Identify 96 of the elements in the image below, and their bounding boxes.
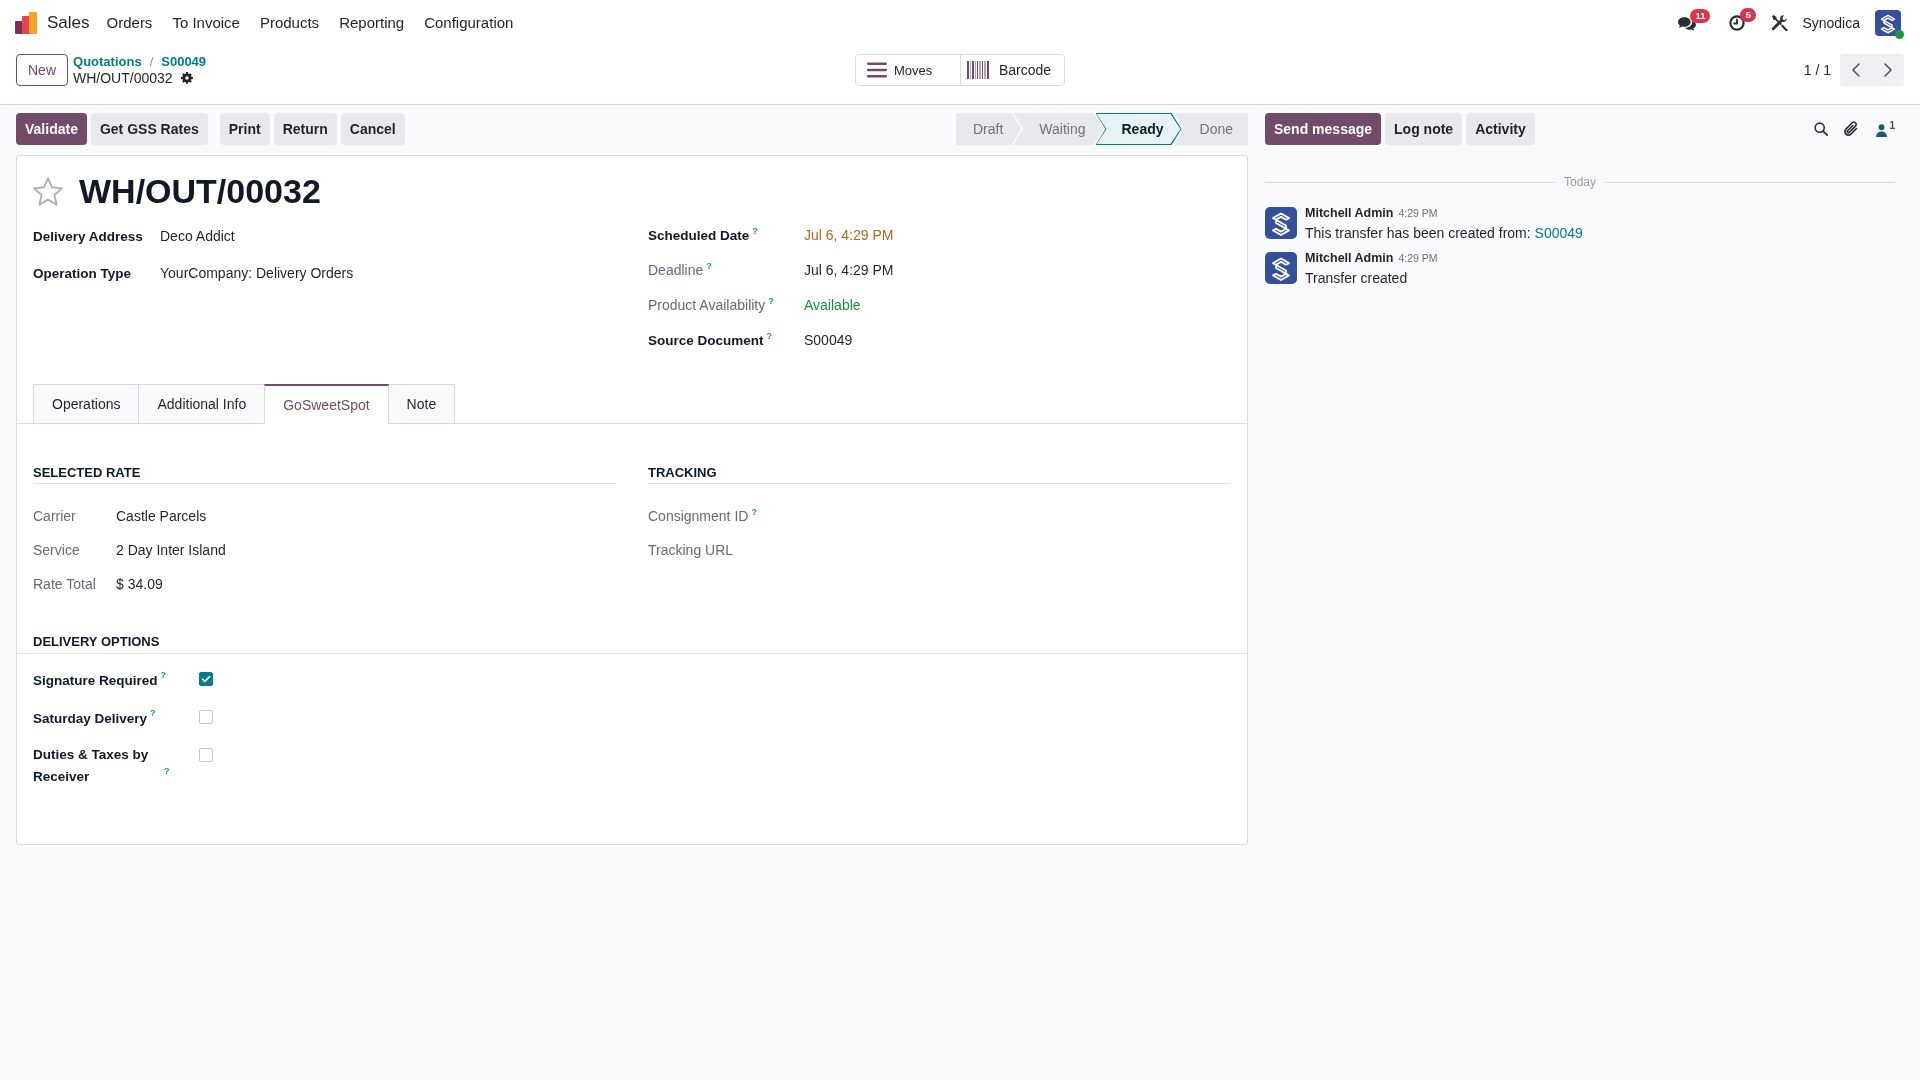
- notification-badge: 11: [1690, 8, 1711, 23]
- field-label: Carrier: [33, 508, 76, 524]
- menu-item[interactable]: Orders: [96, 10, 163, 36]
- help-mark: ?: [150, 708, 156, 718]
- tab[interactable]: GoSweetSpot: [264, 384, 389, 424]
- status-step[interactable]: Done: [1173, 113, 1248, 145]
- section-heading: SELECTED RATE: [33, 465, 616, 484]
- barcode-icon: [967, 61, 989, 79]
- field-label: Deadline: [648, 261, 704, 278]
- field-value: 2 Day Inter Island: [116, 542, 227, 558]
- field-label: Tracking URL: [648, 542, 734, 558]
- field-value: Castle Parcels: [116, 508, 208, 524]
- author-avatar: [1265, 207, 1297, 239]
- company-name[interactable]: Synodica: [1802, 15, 1860, 31]
- message-body: This transfer has been created from: S00049: [1305, 224, 1583, 243]
- menu-item[interactable]: To Invoice: [162, 10, 250, 36]
- action-button[interactable]: Cancel: [340, 113, 405, 145]
- clock-icon[interactable]: [1729, 15, 1746, 31]
- sales-app-icon[interactable]: [15, 12, 37, 34]
- new-button[interactable]: New: [16, 54, 68, 86]
- field-value: Deco Addict: [160, 227, 236, 244]
- help-mark: ?: [706, 260, 712, 271]
- field-label: Operation Type: [33, 265, 131, 281]
- search-icon[interactable]: [1814, 122, 1829, 136]
- menu-item[interactable]: Reporting: [329, 10, 415, 36]
- help-mark: ?: [164, 766, 170, 776]
- field-label: Rate Total: [33, 576, 96, 592]
- chat-icon[interactable]: [1678, 15, 1697, 31]
- message-time: 4:29 PM: [1398, 206, 1438, 221]
- action-button[interactable]: Get GSS Rates: [90, 113, 208, 145]
- record-title: WH/OUT/00032: [79, 172, 321, 210]
- user-avatar[interactable]: [1875, 10, 1901, 36]
- help-mark: ?: [751, 507, 757, 517]
- notification-badge: 5: [1740, 8, 1757, 22]
- gear-icon[interactable]: [180, 72, 193, 84]
- tab[interactable]: Operations: [33, 384, 140, 423]
- message-time: 4:29 PM: [1398, 251, 1438, 266]
- help-mark: ?: [768, 295, 774, 306]
- breadcrumb-link[interactable]: Quotations: [73, 54, 142, 70]
- status-step[interactable]: Waiting: [1013, 113, 1104, 145]
- pager-value: 1 / 1: [1803, 62, 1831, 78]
- option-label: Signature Required: [33, 672, 158, 690]
- option-label: Duties & Taxes by Receiver: [33, 746, 150, 786]
- field-label: Service: [33, 542, 80, 558]
- action-button[interactable]: Print: [219, 113, 270, 145]
- tab[interactable]: Note: [387, 384, 456, 423]
- help-mark: ?: [160, 670, 167, 680]
- favorite-star-icon[interactable]: [33, 176, 63, 206]
- field-label: Delivery Address: [33, 228, 143, 244]
- field-label: Scheduled Date: [648, 227, 750, 243]
- author-avatar: [1265, 252, 1297, 284]
- action-button[interactable]: Log note: [1385, 113, 1463, 145]
- section-heading: DELIVERY OPTIONS: [33, 634, 160, 650]
- field-value: Available: [804, 296, 862, 313]
- message-body: Transfer created: [1305, 269, 1409, 288]
- section-heading: TRACKING: [648, 465, 1231, 484]
- field-label: Product Availability: [648, 296, 766, 313]
- author-name: Mitchell Admin: [1305, 250, 1394, 266]
- field-value: $ 34.09: [116, 576, 164, 592]
- checkbox[interactable]: [199, 710, 213, 724]
- app-name[interactable]: Sales: [47, 13, 90, 33]
- help-mark: ?: [766, 330, 773, 341]
- list-icon: [867, 62, 887, 78]
- previous-button[interactable]: [1840, 54, 1872, 86]
- option-label: Saturday Delivery: [33, 710, 148, 728]
- primary-button[interactable]: Validate: [16, 113, 87, 145]
- field-value: YourCompany: Delivery Orders: [160, 264, 355, 281]
- paperclip-icon[interactable]: [1843, 121, 1860, 137]
- breadcrumb-link[interactable]: S00049: [161, 54, 207, 70]
- followers-button[interactable]: 1: [1876, 121, 1895, 137]
- field-label: Source Document: [648, 332, 764, 348]
- record-name: WH/OUT/00032: [73, 70, 173, 86]
- tab[interactable]: Additional Info: [138, 384, 266, 423]
- tools-icon[interactable]: [1771, 15, 1789, 31]
- menu-item[interactable]: Configuration: [414, 10, 524, 36]
- action-button[interactable]: Activity: [1466, 113, 1535, 145]
- checkbox[interactable]: [199, 748, 213, 762]
- author-name: Mitchell Admin: [1305, 205, 1394, 221]
- date-separator: Today: [1563, 175, 1597, 189]
- smart-button[interactable]: Barcode: [960, 55, 1064, 85]
- next-button[interactable]: [1872, 54, 1904, 86]
- checkmark-icon: [201, 675, 211, 683]
- chevron-left-icon: [1852, 63, 1860, 77]
- field-value: S00049: [804, 331, 854, 348]
- action-button[interactable]: Return: [273, 113, 337, 145]
- breadcrumb-separator: /: [149, 54, 154, 70]
- field-value: Jul 6, 4:29 PM: [804, 261, 895, 278]
- menu-item[interactable]: Products: [249, 10, 330, 36]
- field-label: Consignment ID: [648, 508, 749, 524]
- primary-button[interactable]: Send message: [1265, 113, 1382, 145]
- field-value: Jul 6, 4:29 PM: [804, 226, 895, 243]
- chevron-right-icon: [1884, 63, 1892, 77]
- person-icon: [1876, 124, 1888, 137]
- record-link[interactable]: S00049: [1534, 225, 1583, 241]
- help-mark: ?: [752, 225, 758, 236]
- checkbox[interactable]: [199, 672, 213, 686]
